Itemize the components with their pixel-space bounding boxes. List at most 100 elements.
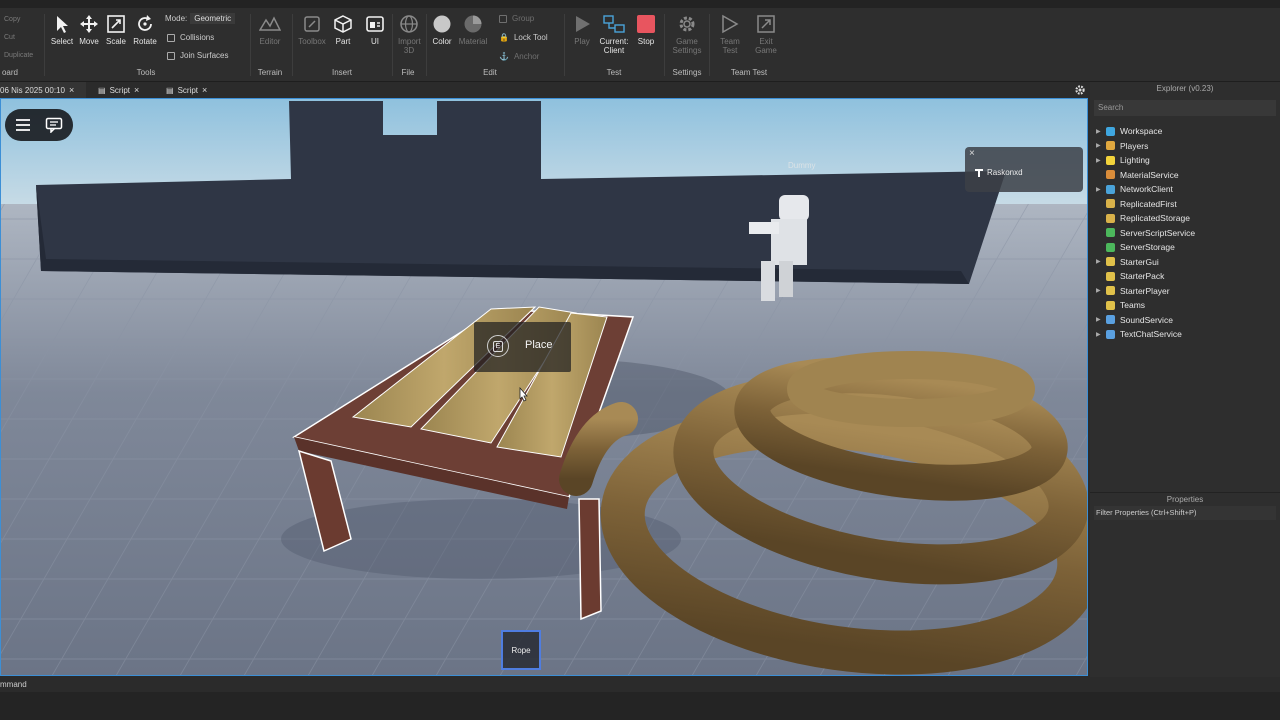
color-circle-icon — [433, 15, 451, 33]
explorer-item-networkclient[interactable]: ▶ NetworkClient — [1096, 182, 1195, 197]
team-test-group-label: Team Test — [730, 68, 768, 77]
stop-button[interactable]: Stop — [630, 14, 662, 46]
group-button[interactable]: Group — [499, 14, 534, 23]
explorer-item-teams[interactable]: Teams — [1096, 298, 1195, 313]
cut-button[interactable]: Cut — [4, 34, 15, 41]
explorer-item-label: ReplicatedStorage — [1120, 213, 1190, 224]
gear-icon — [679, 16, 695, 32]
exit-game-button[interactable]: Exit Game — [750, 14, 782, 55]
explorer-item-workspace[interactable]: ▶ Workspace — [1096, 124, 1195, 139]
explorer-item-startergui[interactable]: ▶ StarterGui — [1096, 255, 1195, 270]
checkbox-icon — [167, 51, 175, 60]
tools-group-label: Tools — [136, 68, 156, 77]
expand-arrow-icon[interactable]: ▶ — [1096, 316, 1106, 323]
settings-group-label: Settings — [672, 68, 702, 77]
script-icon: ▤ — [98, 85, 106, 95]
game-viewport[interactable]: Dummy × Raskonxd E Place Rope — [0, 98, 1088, 676]
current-client-button[interactable]: Current: Client — [598, 14, 630, 55]
hotbar-slot-rope[interactable]: Rope — [501, 630, 541, 670]
properties-filter-input[interactable]: Filter Properties (Ctrl+Shift+P) — [1094, 506, 1276, 520]
explorer-item-label: ReplicatedFirst — [1120, 198, 1177, 209]
duplicate-button[interactable]: Duplicate — [4, 52, 33, 59]
mode-dropdown[interactable]: Mode: Geometric — [165, 13, 236, 24]
explorer-item-serverscriptservice[interactable]: ServerScriptService — [1096, 226, 1195, 241]
expand-arrow-icon[interactable]: ▶ — [1096, 186, 1106, 193]
explorer-item-label: NetworkClient — [1120, 184, 1173, 195]
import-3d-button[interactable]: Import 3D — [393, 14, 425, 55]
divider — [664, 14, 665, 76]
close-icon[interactable]: × — [202, 85, 207, 95]
color-button[interactable]: Color — [426, 14, 458, 46]
explorer-item-textchatservice[interactable]: ▶ TextChatService — [1096, 327, 1195, 342]
tab-place[interactable]: 06 Nis 2025 00:10 × — [0, 82, 86, 98]
ui-button[interactable]: UI — [359, 14, 391, 46]
material-button[interactable]: Material — [457, 14, 489, 46]
expand-arrow-icon[interactable]: ▶ — [1096, 128, 1106, 135]
explorer-item-players[interactable]: ▶ Players — [1096, 139, 1195, 154]
expand-arrow-icon[interactable]: ▶ — [1096, 258, 1106, 265]
service-icon — [1106, 184, 1115, 194]
close-icon[interactable]: × — [969, 148, 975, 159]
toolbox-button[interactable]: Toolbox — [296, 14, 328, 46]
explorer-item-serverstorage[interactable]: ServerStorage — [1096, 240, 1195, 255]
part-button[interactable]: Part — [327, 14, 359, 46]
expand-arrow-icon[interactable]: ▶ — [1096, 142, 1106, 149]
explorer-item-replicatedstorage[interactable]: ReplicatedStorage — [1096, 211, 1195, 226]
proximity-prompt[interactable]: E Place — [474, 322, 571, 372]
lock-tool-button[interactable]: 🔒 Lock Tool — [499, 33, 548, 42]
explorer-item-starterpack[interactable]: StarterPack — [1096, 269, 1195, 284]
close-icon[interactable]: × — [134, 85, 139, 95]
service-icon — [1106, 271, 1115, 281]
status-bar — [0, 692, 1280, 720]
expand-arrow-icon[interactable]: ▶ — [1096, 287, 1106, 294]
collisions-checkbox[interactable]: Collisions — [167, 33, 214, 42]
player-name[interactable]: Raskonxd — [987, 168, 1023, 177]
command-bar[interactable]: mmand — [0, 678, 1280, 692]
gear-icon[interactable] — [1074, 84, 1086, 96]
edit-group-label: Edit — [483, 68, 497, 77]
terrain-editor-button[interactable]: Editor — [254, 14, 286, 46]
explorer-item-lighting[interactable]: ▶ Lighting — [1096, 153, 1195, 168]
divider — [709, 14, 710, 76]
tab-script[interactable]: ▤ Script × — [92, 82, 145, 98]
scale-tool-button[interactable]: Scale — [100, 14, 132, 46]
divider — [44, 14, 45, 76]
client-server-icon — [603, 15, 625, 33]
explorer-item-starterplayer[interactable]: ▶ StarterPlayer — [1096, 284, 1195, 299]
expand-arrow-icon[interactable]: ▶ — [1096, 157, 1106, 164]
team-test-button[interactable]: Team Test — [714, 14, 746, 55]
join-surfaces-checkbox[interactable]: Join Surfaces — [167, 51, 228, 60]
cube-icon — [334, 15, 352, 33]
play-button[interactable]: Play — [566, 14, 598, 46]
service-icon — [1106, 329, 1115, 339]
insert-group-label: Insert — [331, 68, 352, 77]
explorer-search-input[interactable]: Search — [1094, 100, 1276, 116]
command-bar-label: mmand — [0, 680, 27, 689]
explorer-title: Explorer (v0.23) — [1156, 84, 1214, 93]
team-test-icon — [722, 14, 739, 34]
explorer-item-soundservice[interactable]: ▶ SoundService — [1096, 313, 1195, 328]
hamburger-menu-icon[interactable] — [15, 118, 31, 132]
copy-button[interactable]: Copy — [4, 16, 20, 23]
ribbon-toolbar: Copy Cut Duplicate oard Select Move Scal… — [0, 8, 1280, 82]
service-icon — [1106, 213, 1115, 223]
rotate-tool-button[interactable]: Rotate — [129, 14, 161, 46]
3d-scene[interactable] — [1, 99, 1088, 676]
divider — [250, 14, 251, 76]
explorer-item-label: StarterGui — [1120, 256, 1159, 267]
anchor-button[interactable]: ⚓ Anchor — [499, 52, 539, 61]
expand-arrow-icon[interactable]: ▶ — [1096, 331, 1106, 338]
game-settings-button[interactable]: Game Settings — [671, 14, 703, 55]
chat-icon[interactable] — [45, 117, 63, 133]
file-group-label: File — [401, 68, 415, 77]
move-arrows-icon — [80, 15, 98, 33]
close-icon[interactable]: × — [69, 85, 74, 95]
explorer-item-label: ServerStorage — [1120, 242, 1175, 253]
explorer-item-label: MaterialService — [1120, 169, 1179, 180]
topbar-menu-pill[interactable] — [5, 109, 73, 141]
explorer-item-materialservice[interactable]: MaterialService — [1096, 168, 1195, 183]
service-icon — [1106, 315, 1115, 325]
explorer-item-replicatedfirst[interactable]: ReplicatedFirst — [1096, 197, 1195, 212]
tab-script[interactable]: ▤ Script × — [160, 82, 213, 98]
properties-panel: Properties Filter Properties (Ctrl+Shift… — [1090, 492, 1280, 677]
